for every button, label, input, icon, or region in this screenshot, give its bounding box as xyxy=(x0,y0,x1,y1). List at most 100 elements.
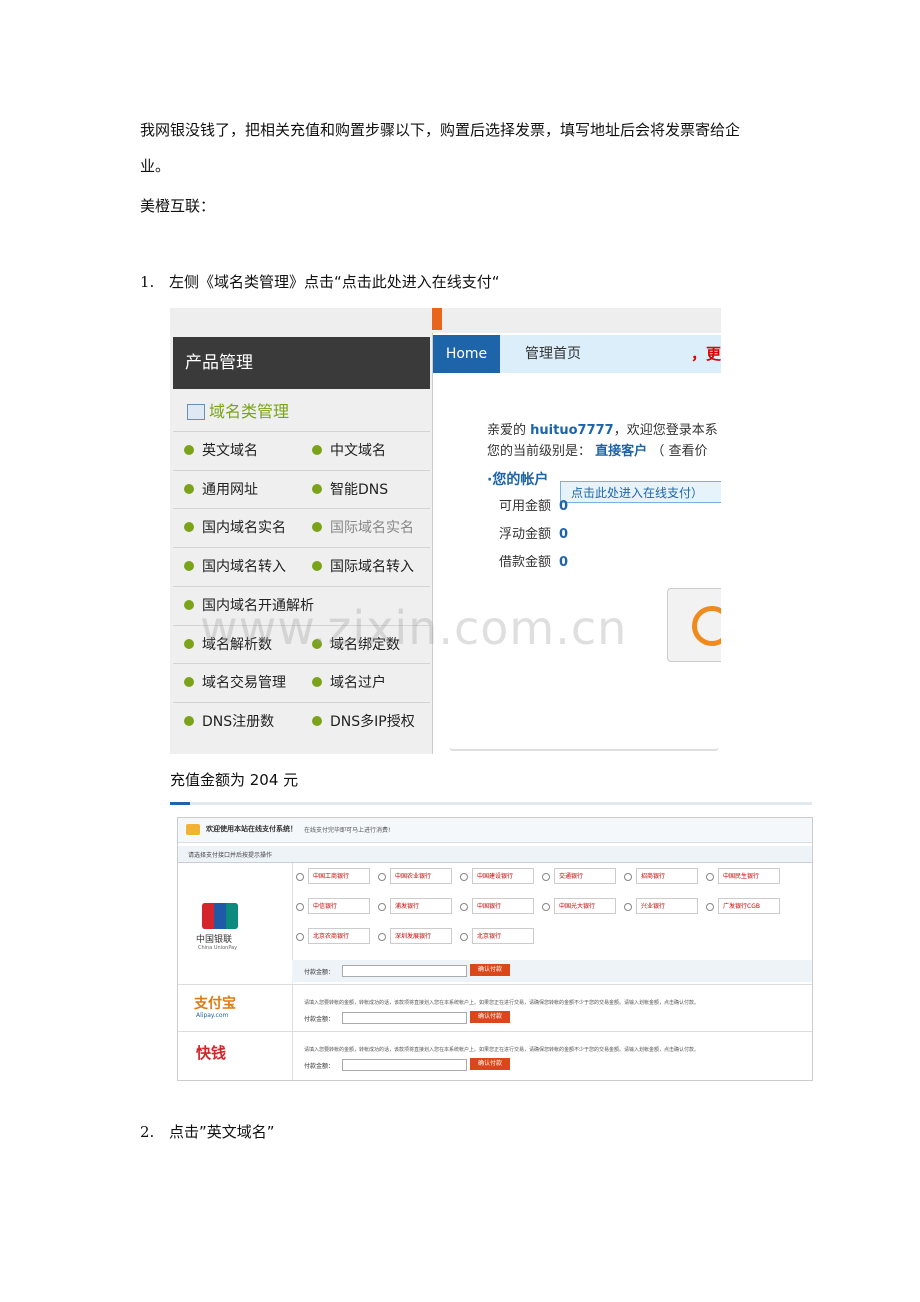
amount-text: 充值金额为 204 元 xyxy=(170,771,299,789)
pay-amount-input[interactable] xyxy=(342,1012,467,1024)
bank-radio[interactable] xyxy=(542,873,550,881)
bank-logo: 深圳发展银行 xyxy=(390,928,452,944)
account-heading: ·您的帐户 xyxy=(487,472,549,488)
bank-logo: 浦发银行 xyxy=(390,898,452,914)
bank-radio[interactable] xyxy=(460,933,468,941)
level-value[interactable]: 直接客户 xyxy=(595,444,647,459)
nav-bar: Home 管理首页 ，更 xyxy=(433,335,721,373)
bank-radio[interactable] xyxy=(378,873,386,881)
balance-value: 0 xyxy=(559,499,569,514)
alipay-column: 支付宝 Alipay.com xyxy=(178,985,293,1031)
bank-option[interactable]: 中国建设银行 xyxy=(460,868,538,886)
balance-label: 借款金额 xyxy=(499,555,552,570)
balance-row: 借款金额 0 xyxy=(499,551,568,570)
section-rule-accent xyxy=(170,802,190,805)
sidebar-item[interactable]: DNS注册数 xyxy=(184,703,274,741)
bank-logo: 中国光大银行 xyxy=(554,898,616,914)
bank-option[interactable]: 中国民生银行 xyxy=(706,868,784,886)
bank-radio[interactable] xyxy=(624,903,632,911)
bullet-arrow-icon xyxy=(184,599,194,610)
unionpay-pay-row: 付款金额： 确认付款 xyxy=(292,960,812,982)
balance-label: 可用金额 xyxy=(499,499,552,514)
bank-radio[interactable] xyxy=(460,873,468,881)
bank-option[interactable]: 交通银行 xyxy=(542,868,620,886)
bank-option[interactable]: 中国光大银行 xyxy=(542,898,620,916)
bank-option[interactable]: 中国工商银行 xyxy=(296,868,374,886)
bank-radio[interactable] xyxy=(296,933,304,941)
intro-line-2: 业。 xyxy=(140,157,171,175)
sidebar-item-label: 国际域名转入 xyxy=(330,559,414,576)
level-line: 您的当前级别是： 直接客户 （ 查看价 xyxy=(487,440,707,459)
bank-logo: 兴业银行 xyxy=(636,898,698,914)
sidebar-item[interactable]: 通用网址 xyxy=(184,471,258,509)
bank-option[interactable]: 北京银行 xyxy=(460,928,538,946)
sidebar-item[interactable]: 国内域名转入 xyxy=(184,548,286,586)
step-2-number: 2. xyxy=(140,1123,155,1141)
payment-title: 欢迎使用本站在线支付系统！ xyxy=(206,825,297,833)
online-pay-link[interactable]: 点击此处进入在线支付） xyxy=(560,481,721,503)
bank-radio[interactable] xyxy=(460,903,468,911)
bank-radio[interactable] xyxy=(542,903,550,911)
pay-amount-input[interactable] xyxy=(342,1059,467,1071)
bank-radio[interactable] xyxy=(378,903,386,911)
unionpay-name-en: China UnionPay xyxy=(198,945,238,951)
sidebar-item-label: DNS注册数 xyxy=(202,713,275,730)
sidebar-item[interactable]: 英文域名 xyxy=(184,432,258,470)
sidebar-item[interactable]: DNS多IP授权 xyxy=(312,703,415,741)
unionpay-name: 中国银联 xyxy=(196,935,233,945)
confirm-pay-button[interactable]: 确认付款 xyxy=(470,1058,510,1070)
sidebar-item-label: 通用网址 xyxy=(202,481,258,498)
confirm-pay-button[interactable]: 确认付款 xyxy=(470,964,510,976)
orange-logo-box xyxy=(667,588,721,662)
sidebar-row: 通用网址 智能DNS xyxy=(173,469,430,509)
sidebar-item-label: DNS多IP授权 xyxy=(330,713,415,730)
sidebar-item[interactable]: 域名交易管理 xyxy=(184,664,286,702)
intro-line-3: 美橙互联： xyxy=(140,197,216,215)
intro-line-1: 我网银没钱了，把相关充值和购置步骤以下，购置后选择发票，填写地址后会将发票寄给企 xyxy=(140,121,741,139)
kuaiqian-pay-row: 付款金额： 确认付款 xyxy=(292,1054,812,1076)
sidebar-item[interactable]: 智能DNS xyxy=(312,471,388,509)
bank-option[interactable]: 中国农业银行 xyxy=(378,868,456,886)
sidebar-item[interactable]: 中文域名 xyxy=(312,432,386,470)
bank-radio[interactable] xyxy=(296,903,304,911)
bank-option[interactable]: 广发银行CGB xyxy=(706,898,784,916)
unionpay-logo-icon xyxy=(202,903,238,929)
bullet-arrow-icon xyxy=(184,638,194,649)
section-rule xyxy=(170,802,812,805)
bank-radio[interactable] xyxy=(706,873,714,881)
home-tab[interactable]: Home xyxy=(433,335,500,373)
top-bar-accent xyxy=(432,308,442,330)
bank-option[interactable]: 中国银行 xyxy=(460,898,538,916)
tab-management-home[interactable]: 管理首页 xyxy=(525,335,581,373)
watermark: www.zixin.com.cn xyxy=(200,601,628,655)
pay-amount-input[interactable] xyxy=(342,965,467,977)
bullet-arrow-icon xyxy=(312,522,322,533)
bank-option[interactable]: 招商银行 xyxy=(624,868,702,886)
alipay-domain: Alipay.com xyxy=(196,1012,229,1019)
confirm-pay-button[interactable]: 确认付款 xyxy=(470,1011,510,1023)
sidebar-item[interactable]: 国内域名实名 xyxy=(184,509,286,547)
bank-option[interactable]: 兴业银行 xyxy=(624,898,702,916)
bank-radio[interactable] xyxy=(624,873,632,881)
bank-option[interactable]: 中信银行 xyxy=(296,898,374,916)
sidebar-item[interactable]: 国际域名实名 xyxy=(312,509,414,547)
bank-radio[interactable] xyxy=(296,873,304,881)
sidebar-subheading[interactable]: 域名类管理 xyxy=(173,393,430,431)
top-bar xyxy=(170,308,721,334)
bullet-arrow-icon xyxy=(312,715,322,726)
payment-subtitle: 在线支付完毕即可马上进行消费! xyxy=(304,827,391,834)
bank-radio[interactable] xyxy=(378,933,386,941)
pay-amount-label: 付款金额： xyxy=(304,1016,335,1023)
sidebar-item[interactable]: 域名过户 xyxy=(312,664,386,702)
wallet-icon xyxy=(186,824,200,835)
kuaiqian-section: 快钱 请填入您要转帐的金额，转帐成功的话，该款项将直接划入您在本系统帐户上。如果… xyxy=(178,1031,812,1080)
sidebar-item[interactable]: 国际域名转入 xyxy=(312,548,414,586)
bullet-arrow-icon xyxy=(184,522,194,533)
bank-option[interactable]: 浦发银行 xyxy=(378,898,456,916)
bank-option[interactable]: 深圳发展银行 xyxy=(378,928,456,946)
bank-logo: 中国农业银行 xyxy=(390,868,452,884)
bank-option[interactable]: 北京农商银行 xyxy=(296,928,374,946)
sidebar: 产品管理 域名类管理 英文域名 中文域名 通用网址 智能DNS 国内域名实名 国际域名实名… xyxy=(170,333,433,754)
bank-radio[interactable] xyxy=(706,903,714,911)
bullet-arrow-icon xyxy=(184,561,194,572)
